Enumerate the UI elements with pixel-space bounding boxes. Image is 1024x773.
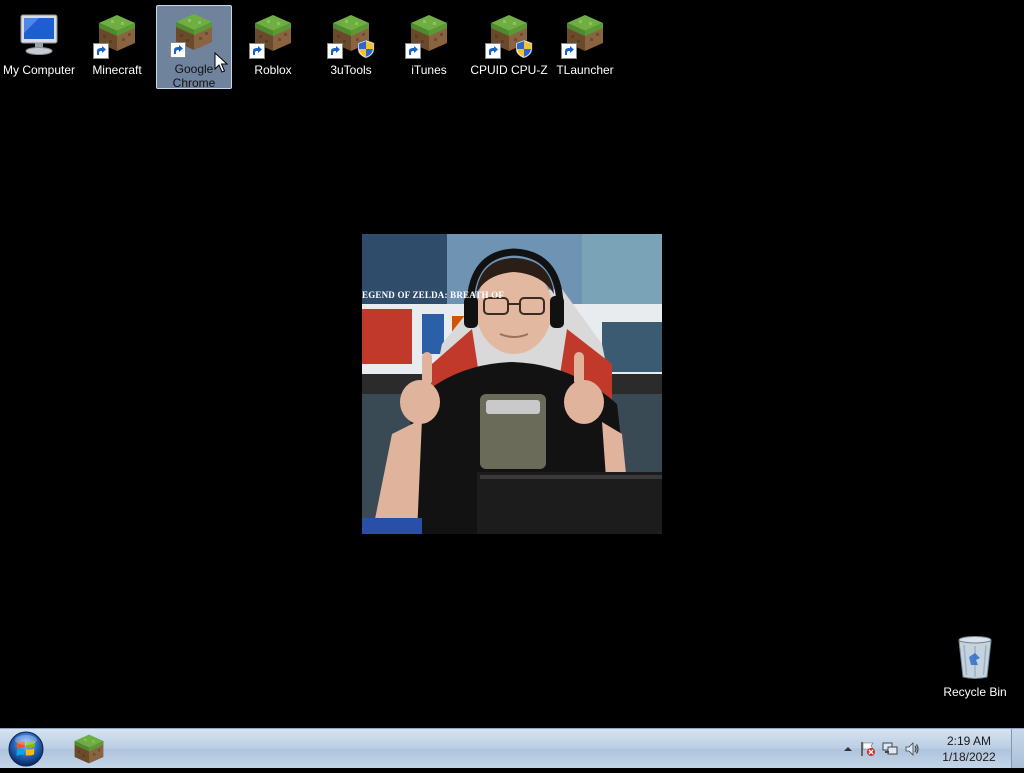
minecraft-icon (68, 730, 110, 767)
desktop-icon-roblox[interactable]: Roblox (235, 6, 311, 90)
shortcut-arrow-icon (327, 43, 343, 59)
minecraft-icon (93, 11, 141, 59)
desktop-icon-recycle-bin[interactable]: Recycle Bin (937, 628, 1013, 712)
taskbar: 2:19 AM 1/18/2022 (0, 728, 1024, 768)
recycle-bin-icon (951, 633, 999, 681)
shortcut-arrow-icon (249, 43, 265, 59)
shortcut-arrow-icon (170, 42, 186, 58)
shortcut-arrow-icon (485, 43, 501, 59)
clock-time: 2:19 AM (946, 734, 992, 748)
minecraft-icon (249, 11, 297, 59)
system-tray: 2:19 AM 1/18/2022 (834, 729, 1024, 769)
shortcut-arrow-icon (405, 43, 421, 59)
shortcut-arrow-icon (93, 43, 109, 59)
show-desktop-button[interactable] (1011, 729, 1024, 768)
minecraft-icon (327, 11, 375, 59)
desktop-icon-label: 3uTools (330, 63, 372, 77)
desktop-icon-label: My Computer (2, 63, 76, 77)
desktop-icon-cpuid-cpu-z[interactable]: CPUID CPU-Z (469, 6, 549, 90)
network-icon[interactable] (882, 741, 898, 757)
desktop-icon-label: TLauncher (556, 63, 614, 77)
start-button[interactable] (6, 730, 46, 768)
computer-icon (15, 11, 63, 59)
desktop-icon-google-chrome[interactable]: Google Chrome (156, 5, 232, 90)
desktop-icon-tlauncher[interactable]: TLauncher (547, 6, 623, 90)
uac-shield-icon (357, 39, 375, 59)
minecraft-icon (561, 11, 609, 59)
show-hidden-icons-chevron[interactable] (840, 741, 856, 757)
minecraft-icon (485, 11, 533, 59)
desktop-icon-label: iTunes (411, 63, 447, 77)
uac-shield-icon (515, 39, 533, 59)
wallpaper-photo: EGEND OF ZELDA: BREATH OF (362, 234, 662, 534)
clock-date: 1/18/2022 (942, 750, 996, 764)
windows-start-orb-icon (8, 731, 44, 767)
wallpaper-banner-text: EGEND OF ZELDA: BREATH OF (362, 290, 505, 300)
desktop-icon-my-computer[interactable]: My Computer (1, 6, 77, 90)
desktop-icon-minecraft[interactable]: Minecraft (79, 6, 155, 90)
desktop-icon-label: Recycle Bin (943, 685, 1007, 699)
desktop-icon-itunes[interactable]: iTunes (391, 6, 467, 90)
desktop-icon-label: Minecraft (92, 63, 142, 77)
desktop-icon-label: CPUID CPU-Z (470, 63, 548, 77)
taskbar-clock[interactable]: 2:19 AM 1/18/2022 (934, 733, 1004, 765)
volume-icon[interactable] (904, 741, 920, 757)
desktop[interactable]: My Computer Minecraft Google Chrome Robl… (0, 0, 1024, 728)
minecraft-icon (405, 11, 453, 59)
minecraft-icon (170, 10, 218, 58)
shortcut-arrow-icon (561, 43, 577, 59)
action-center-flag-icon[interactable] (860, 741, 876, 757)
desktop-icon-3utools[interactable]: 3uTools (313, 6, 389, 90)
desktop-icon-label: Roblox (254, 63, 292, 77)
mouse-cursor-icon (214, 52, 228, 73)
taskbar-app-minecraft[interactable] (68, 730, 110, 767)
